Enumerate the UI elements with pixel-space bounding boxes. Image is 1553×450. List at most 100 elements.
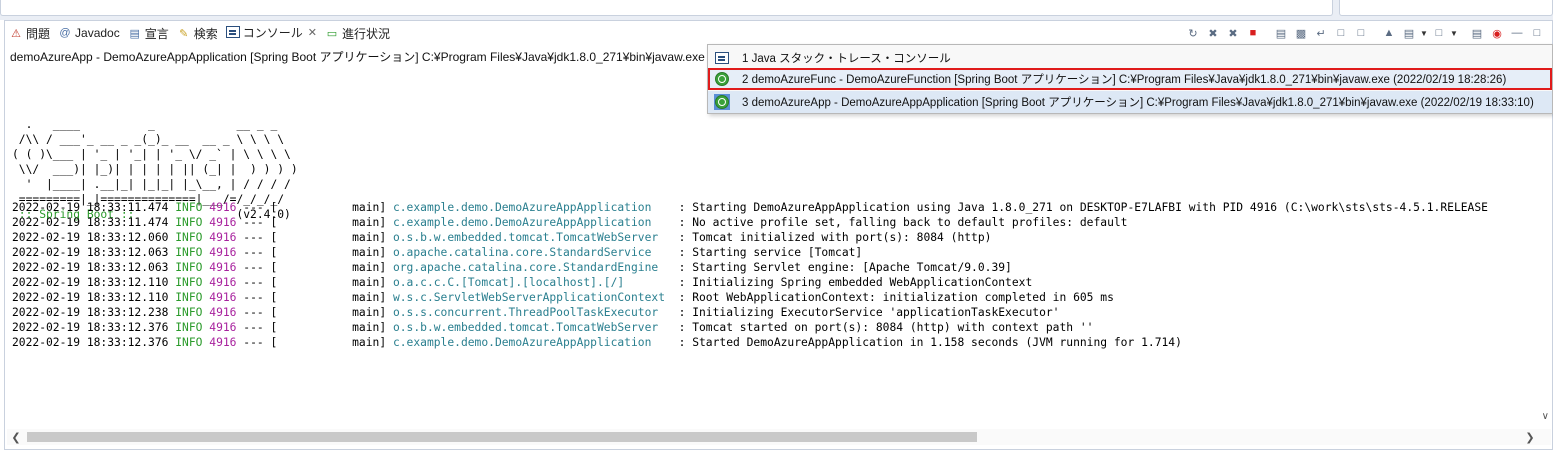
process-label: demoAzureApp - DemoAzureAppApplication [… [10, 50, 710, 64]
log-pid: 4916 [209, 201, 237, 214]
clear-console-icon[interactable]: ▤ [1272, 24, 1290, 42]
log-logger: c.example.demo.DemoAzureAppApplication [392, 201, 672, 214]
chevron-down-icon[interactable]: ▼ [1450, 24, 1458, 42]
banner-line: ( ( )\___ | '_ | '_| | '_ \/ _` | \ \ \ … [12, 148, 291, 161]
refresh-icon[interactable]: ↻ [1184, 24, 1202, 42]
open-console-icon[interactable]: □ [1430, 24, 1448, 42]
side-pane [1339, 0, 1553, 16]
view-menu-icon[interactable]: ▤ [1468, 24, 1486, 42]
scroll-lock-icon[interactable]: ▩ [1292, 24, 1310, 42]
log-thread: --- [ main] [236, 291, 393, 304]
log-logger: c.example.demo.DemoAzureAppApplication [392, 216, 672, 229]
banner-line: \\/ ___)| |_)| | | | | || (_| | ) ) ) ) [12, 163, 298, 176]
scroll-right-icon[interactable]: ❯ [1523, 429, 1537, 445]
word-wrap-icon[interactable]: ↵ [1312, 24, 1330, 42]
scroll-down-icon[interactable]: ∨ [1542, 411, 1549, 422]
log-timestamp: 2022-02-19 18:33:12.376 [12, 321, 169, 334]
log-timestamp: 2022-02-19 18:33:12.238 [12, 306, 169, 319]
menu-item-demo-azure-func[interactable]: 2 demoAzureFunc - DemoAzureFunction [Spr… [708, 68, 1552, 90]
remove-all-launches-icon[interactable]: ✖ [1224, 24, 1242, 42]
log-message: : Tomcat initialized with port(s): 8084 … [671, 231, 992, 244]
toolbar-separator [1264, 24, 1270, 42]
spring-tools-icon[interactable]: ◉ [1488, 24, 1506, 42]
remove-launch-icon[interactable]: ✖ [1204, 24, 1222, 42]
scroll-left-icon[interactable]: ❮ [9, 429, 23, 445]
javadoc-icon: @ [59, 27, 71, 39]
log-thread: --- [ main] [236, 216, 393, 229]
tab-problems[interactable]: ⚠ 問題 [5, 21, 54, 45]
log-logger: o.s.s.concurrent.ThreadPoolTaskExecutor [392, 306, 672, 319]
pin-console-icon[interactable]: ▲ [1380, 24, 1398, 42]
toolbar-separator [1372, 24, 1378, 42]
log-thread: --- [ main] [236, 201, 393, 214]
console-icon [225, 25, 240, 39]
log-level: INFO [175, 306, 203, 319]
log-line: 2022-02-19 18:33:12.063 INFO 4916 --- [ … [12, 260, 1542, 275]
log-timestamp: 2022-02-19 18:33:11.474 [12, 201, 169, 214]
display-console-icon[interactable]: ▤ [1400, 24, 1418, 42]
tab-declaration[interactable]: ▤ 宣言 [124, 21, 173, 45]
tab-console[interactable]: コンソール ✕ [221, 21, 322, 45]
console-log[interactable]: 2022-02-19 18:33:11.474 INFO 4916 --- [ … [12, 200, 1542, 350]
log-logger: o.apache.catalina.core.StandardService [392, 246, 672, 259]
log-message: : Initializing ExecutorService 'applicat… [671, 306, 1060, 319]
log-line: 2022-02-19 18:33:12.060 INFO 4916 --- [ … [12, 230, 1542, 245]
terminate-icon[interactable]: ■ [1244, 24, 1262, 42]
log-timestamp: 2022-02-19 18:33:12.376 [12, 336, 169, 349]
menu-item-label: 1 Java スタック・トレース・コンソール [742, 53, 951, 65]
log-timestamp: 2022-02-19 18:33:12.063 [12, 261, 169, 274]
banner-line: /\\ / ___'_ __ _ _(_)_ __ __ _ \ \ \ \ [12, 133, 285, 146]
log-line: 2022-02-19 18:33:11.474 INFO 4916 --- [ … [12, 200, 1542, 215]
log-pid: 4916 [209, 336, 237, 349]
log-level: INFO [175, 231, 203, 244]
tab-search[interactable]: ✎ 検索 [173, 21, 222, 45]
log-thread: --- [ main] [236, 321, 393, 334]
log-pid: 4916 [209, 261, 237, 274]
log-thread: --- [ main] [236, 261, 393, 274]
minimize-icon[interactable]: — [1508, 24, 1526, 42]
log-line: 2022-02-19 18:33:11.474 INFO 4916 --- [ … [12, 215, 1542, 230]
log-level: INFO [175, 261, 203, 274]
log-thread: --- [ main] [236, 246, 393, 259]
log-level: INFO [175, 216, 203, 229]
menu-item-demo-azure-app[interactable]: 3 demoAzureApp - DemoAzureAppApplication… [708, 91, 1552, 113]
chevron-down-icon[interactable]: ▼ [1420, 24, 1428, 42]
log-message: : Started DemoAzureAppApplication in 1.1… [671, 336, 1182, 349]
editor-area-strip [0, 0, 1553, 20]
menu-item-java-stack-trace[interactable]: 1 Java スタック・トレース・コンソール [708, 47, 1552, 69]
tab-javadoc[interactable]: @ Javadoc [54, 21, 124, 45]
log-message: : No active profile set, falling back to… [671, 216, 1128, 229]
log-logger: o.a.c.c.C.[Tomcat].[localhost].[/] [392, 276, 672, 289]
log-timestamp: 2022-02-19 18:33:12.063 [12, 246, 169, 259]
log-line: 2022-02-19 18:33:12.238 INFO 4916 --- [ … [12, 305, 1542, 320]
tab-label: 問題 [26, 26, 51, 41]
show-stderr-icon[interactable]: □ [1352, 24, 1370, 42]
log-line: 2022-02-19 18:33:12.110 INFO 4916 --- [ … [12, 275, 1542, 290]
scrollbar-thumb[interactable] [27, 432, 977, 442]
log-timestamp: 2022-02-19 18:33:12.060 [12, 231, 169, 244]
menu-item-label: 3 demoAzureApp - DemoAzureAppApplication… [742, 97, 1534, 109]
log-message: : Root WebApplicationContext: initializa… [671, 291, 1114, 304]
tab-label: 進行状況 [341, 26, 390, 41]
maximize-icon[interactable]: □ [1528, 24, 1546, 42]
spring-boot-icon [714, 71, 730, 87]
show-stdout-icon[interactable]: □ [1332, 24, 1350, 42]
spring-boot-icon [714, 94, 730, 110]
close-icon[interactable]: ✕ [308, 26, 317, 39]
toolbar-separator [1460, 24, 1466, 42]
log-level: INFO [175, 336, 203, 349]
log-pid: 4916 [209, 246, 237, 259]
log-thread: --- [ main] [236, 231, 393, 244]
log-thread: --- [ main] [236, 276, 393, 289]
log-pid: 4916 [209, 291, 237, 304]
log-timestamp: 2022-02-19 18:33:11.474 [12, 216, 169, 229]
horizontal-scrollbar[interactable]: ❮ ❯ [7, 429, 1551, 445]
log-logger: w.s.c.ServletWebServerApplicationContext [392, 291, 672, 304]
tab-progress[interactable]: ▭ 進行状況 [321, 21, 394, 45]
progress-icon: ▭ [326, 27, 338, 40]
log-line: 2022-02-19 18:33:12.376 INFO 4916 --- [ … [12, 320, 1542, 335]
banner-line: ' |____| .__|_| |_|_| |_\__, | / / / / [12, 178, 291, 191]
console-icon [714, 50, 730, 66]
log-message: : Starting service [Tomcat] [671, 246, 863, 259]
tab-label: コンソール [242, 25, 303, 40]
